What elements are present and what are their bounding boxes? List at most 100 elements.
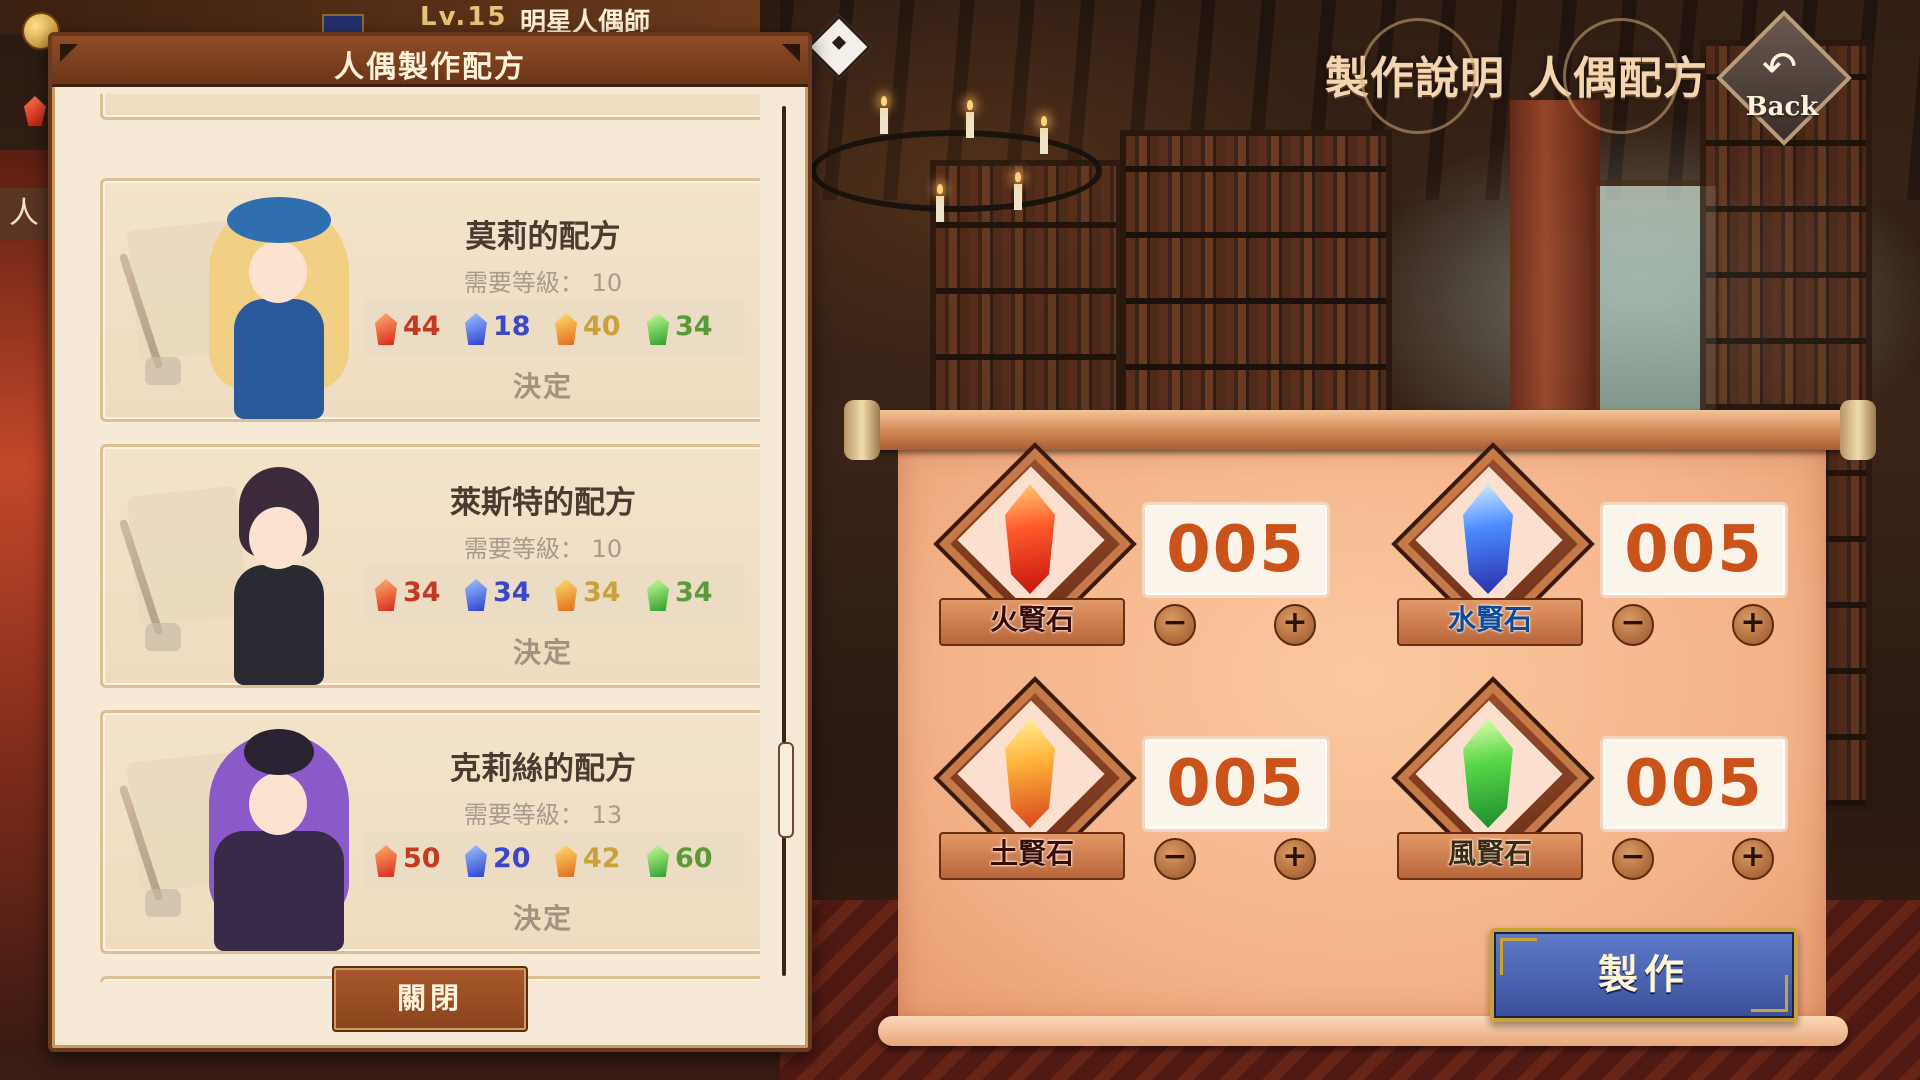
portrait-hat: [227, 197, 331, 243]
earth-cost: 40: [555, 309, 635, 349]
wind-cost-value: 34: [675, 311, 713, 342]
doll-portrait-lester: [179, 457, 379, 685]
scrollbar-thumb[interactable]: [778, 742, 794, 838]
scroll-rod-top: [850, 410, 1870, 450]
fire-gem-icon: [375, 579, 397, 611]
fire-cost-value: 44: [403, 311, 441, 342]
earth-cost-value: 42: [583, 843, 621, 874]
recipe-panel: 人偶製作配方 莫莉的配方 需要等級： 10 44 18 40 34 決定 萊斯特…: [48, 32, 812, 1052]
portrait-face: [249, 507, 307, 569]
recipe-card-partial: [100, 94, 760, 120]
back-button[interactable]: ↶ Back: [1716, 10, 1852, 146]
wind-stone-decrease-button[interactable]: −: [1612, 838, 1654, 880]
wind-gem-icon: [647, 313, 669, 345]
wind-gem-icon: [647, 845, 669, 877]
back-label: Back: [1745, 92, 1819, 122]
fire-cost-value: 50: [403, 843, 441, 874]
water-gem-icon: [465, 313, 487, 345]
craft-button[interactable]: 製作: [1490, 928, 1798, 1022]
earth-cost: 42: [555, 841, 635, 881]
plus-icon: +: [1282, 605, 1308, 640]
panel-header: 人偶製作配方: [52, 36, 808, 87]
water-cost-value: 34: [493, 577, 531, 608]
candle: [1040, 116, 1048, 154]
earth-stone-increase-button[interactable]: +: [1274, 838, 1316, 880]
side-menu-tab[interactable]: 人: [0, 188, 51, 240]
candle: [936, 184, 944, 222]
fire-cost: 34: [375, 575, 455, 615]
fire-stone-label: 火賢石: [939, 598, 1125, 646]
candle: [880, 96, 888, 134]
earth-cost: 34: [555, 575, 635, 615]
cost-bar: 44 18 40 34: [365, 299, 745, 357]
fire-stone-quantity: 005: [1142, 502, 1330, 598]
earth-cost-value: 40: [583, 311, 621, 342]
required-level-value: 13: [591, 801, 623, 829]
required-level: 需要等級： 10: [393, 263, 693, 298]
portrait-hat: [244, 729, 314, 775]
fire-cost: 50: [375, 841, 455, 881]
doll-recipes-button[interactable]: 人偶配方: [1528, 18, 1708, 134]
water-stone-decrease-button[interactable]: −: [1612, 604, 1654, 646]
required-level-label: 需要等級：: [463, 269, 584, 297]
ornament-ring: [1563, 18, 1679, 134]
close-button[interactable]: 關閉: [332, 966, 528, 1032]
decide-button[interactable]: 決定: [393, 365, 693, 405]
required-level-value: 10: [591, 269, 623, 297]
fire-gem-icon: [375, 845, 397, 877]
recipe-list[interactable]: 莫莉的配方 需要等級： 10 44 18 40 34 決定 萊斯特的配方 需要等…: [80, 94, 760, 982]
water-stone-increase-button[interactable]: +: [1732, 604, 1774, 646]
wind-cost: 60: [647, 841, 727, 881]
inkpot-icon: [145, 623, 181, 651]
cost-bar: 34 34 34 34: [365, 565, 745, 623]
wind-gem-icon: [647, 579, 669, 611]
scroll-rod-cap: [844, 400, 880, 460]
bookshelf: [1120, 130, 1392, 442]
water-stone-label: 水賢石: [1397, 598, 1583, 646]
wind-stone-quantity: 005: [1600, 736, 1788, 832]
instructions-button[interactable]: 製作說明: [1325, 18, 1505, 134]
water-gem-icon: [465, 845, 487, 877]
fire-stone-slot: 火賢石: [933, 442, 1137, 652]
water-stone-quantity: 005: [1600, 502, 1788, 598]
recipe-name: 萊斯特的配方: [450, 485, 636, 521]
plus-icon: +: [1740, 605, 1766, 640]
cost-bar: 50 20 42 60: [365, 831, 745, 889]
doll-portrait-chris: [179, 723, 379, 951]
minus-icon: −: [1620, 839, 1646, 874]
wind-stone-label: 風賢石: [1397, 832, 1583, 880]
decide-button[interactable]: 決定: [393, 897, 693, 937]
ornament-ring: [1360, 18, 1476, 134]
water-cost: 20: [465, 841, 545, 881]
required-level-value: 10: [591, 535, 623, 563]
required-level: 需要等級： 13: [393, 795, 693, 830]
earth-gem-icon: [555, 313, 577, 345]
plus-icon: +: [1740, 839, 1766, 874]
wind-cost-value: 34: [675, 577, 713, 608]
wind-cost-value: 60: [675, 843, 713, 874]
recipe-card[interactable]: 克莉絲的配方 需要等級： 13 50 20 42 60 決定: [100, 710, 760, 954]
wind-stone-slot: 風賢石: [1391, 676, 1595, 886]
recipe-card[interactable]: 萊斯特的配方 需要等級： 10 34 34 34 34 決定: [100, 444, 760, 688]
fire-cost-value: 34: [403, 577, 441, 608]
minus-icon: −: [1162, 605, 1188, 640]
candle: [1014, 172, 1022, 210]
required-level: 需要等級： 10: [393, 529, 693, 564]
wind-cost: 34: [647, 575, 727, 615]
portrait-outfit: [214, 831, 344, 951]
plus-icon: +: [1282, 839, 1308, 874]
wind-stone-increase-button[interactable]: +: [1732, 838, 1774, 880]
recipe-list-scrollbar[interactable]: [782, 106, 786, 976]
player-level: Lv.15: [420, 2, 508, 32]
decide-button[interactable]: 決定: [393, 631, 693, 671]
portrait-outfit: [234, 565, 324, 685]
recipe-card[interactable]: 莫莉的配方 需要等級： 10 44 18 40 34 決定: [100, 178, 760, 422]
fire-stone-decrease-button[interactable]: −: [1154, 604, 1196, 646]
earth-gem-icon: [555, 579, 577, 611]
inkpot-icon: [145, 357, 181, 385]
earth-stone-decrease-button[interactable]: −: [1154, 838, 1196, 880]
water-cost: 18: [465, 309, 545, 349]
required-level-label: 需要等級：: [463, 535, 584, 563]
inkpot-icon: [145, 889, 181, 917]
fire-stone-increase-button[interactable]: +: [1274, 604, 1316, 646]
